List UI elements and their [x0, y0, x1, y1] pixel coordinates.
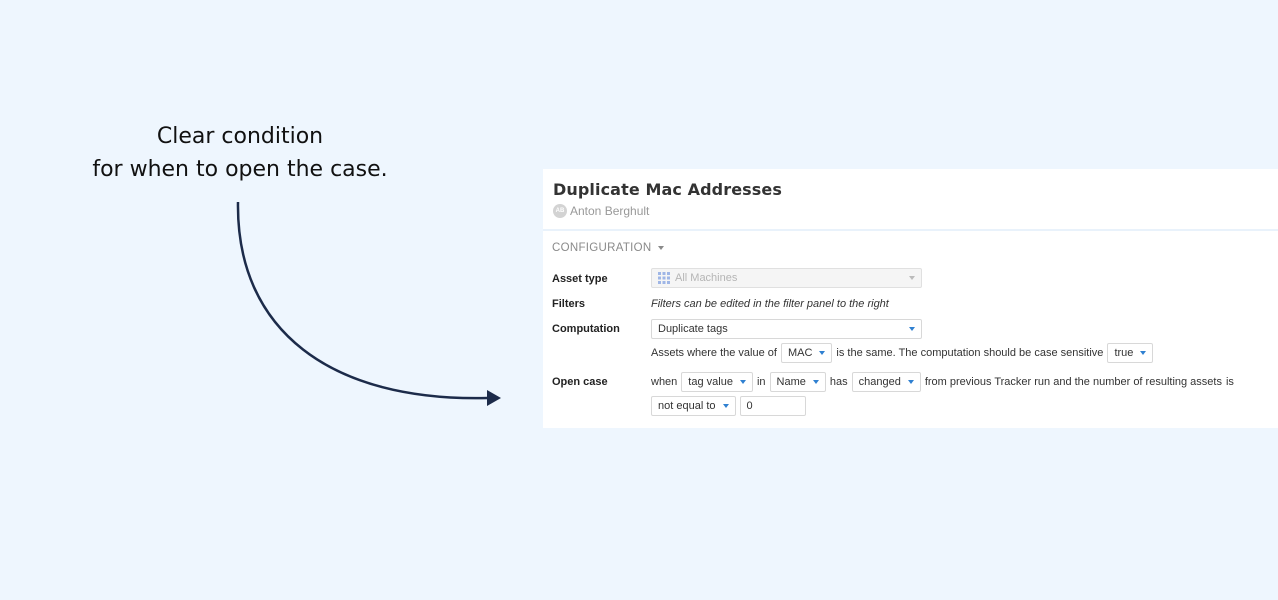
panel-header: Duplicate Mac Addresses AB Anton Berghul…: [543, 169, 1278, 231]
computation-field: Duplicate tags: [651, 319, 926, 339]
computation-tag-value: MAC: [787, 347, 813, 359]
asset-type-value-wrap: All Machines: [658, 272, 737, 284]
computation-prefix: Assets where the value of: [651, 347, 777, 359]
configuration-label: CONFIGURATION: [552, 242, 652, 254]
asset-type-value: All Machines: [675, 272, 738, 284]
open-case-suffix: from previous Tracker run and the number…: [924, 376, 1222, 388]
operator-value: not equal to: [658, 400, 716, 412]
computation-select[interactable]: Duplicate tags: [651, 319, 922, 339]
author-name: Anton Berghult: [570, 204, 650, 218]
caret-down-icon: [907, 380, 914, 384]
page-title: Duplicate Mac Addresses: [553, 180, 782, 199]
caret-down-icon: [909, 276, 915, 280]
arrow-head-icon: [487, 390, 501, 406]
caret-down-icon: [722, 404, 729, 408]
tracker-config-panel: Duplicate Mac Addresses AB Anton Berghul…: [543, 169, 1278, 428]
filters-label: Filters: [552, 298, 586, 310]
author-line: AB Anton Berghult: [553, 204, 1268, 218]
caret-down-icon: [1140, 351, 1147, 355]
case-sensitive-value: true: [1114, 347, 1134, 359]
caret-down-icon: [812, 380, 819, 384]
open-case-label: Open case: [552, 376, 608, 388]
open-case-source-select[interactable]: tag value: [681, 372, 753, 392]
arrow-curve: [236, 201, 489, 400]
open-case-threshold: not equal to 0: [651, 396, 810, 416]
caret-down-icon: [657, 246, 664, 250]
caret-down-icon: [909, 327, 915, 331]
avatar: AB: [553, 204, 567, 218]
operator-select[interactable]: not equal to: [651, 396, 736, 416]
threshold-input[interactable]: 0: [739, 396, 806, 416]
computation-description: Assets where the value of MAC is the sam…: [651, 343, 1157, 363]
configuration-toggle[interactable]: CONFIGURATION: [552, 242, 664, 254]
open-case-when: when: [651, 376, 678, 388]
computation-tag-select[interactable]: MAC: [780, 343, 833, 363]
caret-down-icon: [739, 380, 746, 384]
open-case-tag-value: Name: [776, 376, 806, 388]
open-case-condition: when tag value in Name has changed from …: [651, 372, 1238, 392]
open-case-change-value: changed: [858, 376, 901, 388]
computation-label: Computation: [552, 323, 620, 335]
computation-value: Duplicate tags: [658, 323, 728, 335]
open-case-in: in: [756, 376, 766, 388]
open-case-has: has: [829, 376, 848, 388]
asset-type-label: Asset type: [552, 273, 608, 285]
asset-type-select[interactable]: All Machines: [651, 268, 922, 288]
open-case-change-select[interactable]: changed: [851, 372, 921, 392]
open-case-is: is: [1225, 376, 1234, 388]
grid-icon: [658, 272, 670, 284]
filters-field: Filters can be edited in the filter pane…: [651, 298, 893, 310]
open-case-tag-select[interactable]: Name: [769, 372, 826, 392]
open-case-source-value: tag value: [688, 376, 733, 388]
asset-type-field: All Machines: [651, 268, 926, 288]
caret-down-icon: [819, 351, 826, 355]
case-sensitive-select[interactable]: true: [1107, 343, 1154, 363]
filters-hint: Filters can be edited in the filter pane…: [651, 298, 889, 310]
computation-middle: is the same. The computation should be c…: [836, 347, 1104, 359]
